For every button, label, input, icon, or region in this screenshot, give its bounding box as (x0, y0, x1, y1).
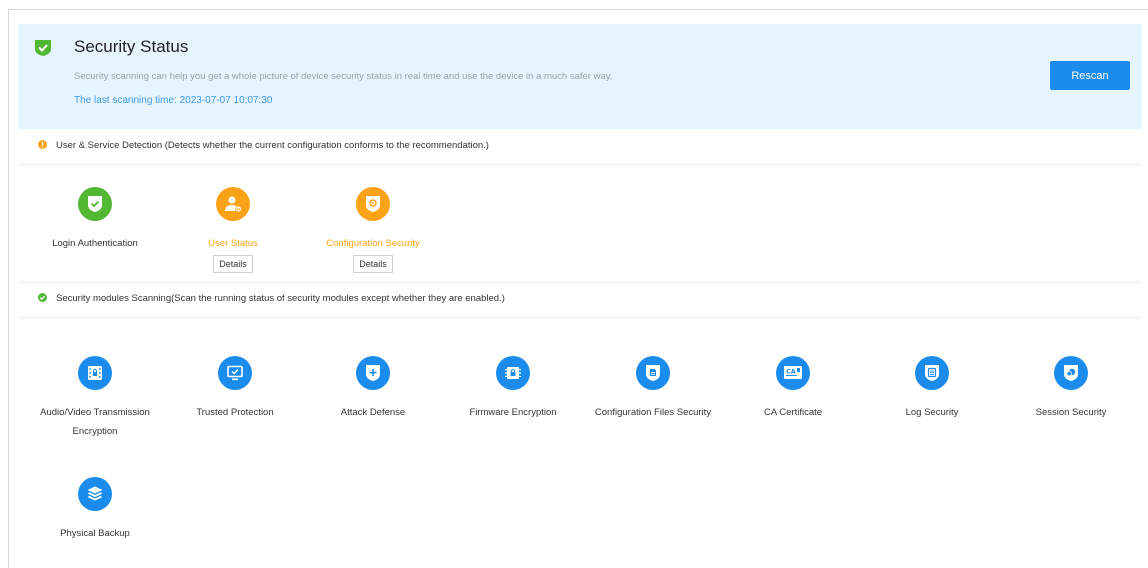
ca-certificate-item: CA CA Certificate (723, 356, 863, 422)
ca-certificate-label: CA Certificate (763, 407, 823, 418)
monitor-check-icon (218, 356, 252, 390)
user-status-label: User Status (208, 238, 258, 249)
trusted-protection-item: Trusted Protection (165, 356, 305, 422)
configuration-security-item: Configuration Security Details (303, 187, 443, 273)
log-security-item: Log Security (862, 356, 1002, 422)
user-status-item: User Status Details (163, 187, 303, 273)
warning-icon (38, 140, 47, 149)
shield-check-icon (35, 40, 51, 56)
user-service-heading: User & Service Detection (Detects whethe… (56, 140, 489, 151)
av-transmission-encryption-label: Audio/Video Transmission Encryption (40, 407, 150, 437)
last-scan-time: The last scanning time: 2023-07-07 10:07… (74, 95, 273, 106)
login-authentication-label: Login Authentication (52, 238, 138, 249)
user-status-details-button[interactable]: Details (213, 255, 253, 273)
session-security-item: Session Security (1001, 356, 1141, 422)
session-shield-icon (1054, 356, 1088, 390)
modules-section-header: Security modules Scanning(Scan the runni… (18, 283, 1142, 318)
user-icon (216, 187, 250, 221)
attack-defense-label: Attack Defense (340, 407, 406, 418)
rescan-button[interactable]: Rescan (1050, 61, 1130, 90)
physical-backup-item: Physical Backup (25, 477, 165, 543)
login-authentication-item: Login Authentication (25, 187, 165, 253)
av-lock-icon (78, 356, 112, 390)
status-description: Security scanning can help you get a who… (74, 71, 613, 82)
log-security-label: Log Security (905, 407, 959, 418)
shield-plus-icon (356, 356, 390, 390)
chip-lock-icon (496, 356, 530, 390)
check-circle-icon (38, 293, 47, 302)
configuration-security-label: Configuration Security (326, 238, 420, 249)
firmware-encryption-label: Firmware Encryption (469, 407, 557, 418)
av-transmission-encryption-item: Audio/Video Transmission Encryption (25, 356, 165, 441)
physical-backup-label: Physical Backup (60, 528, 130, 539)
file-shield-icon (636, 356, 670, 390)
config-shield-icon (356, 187, 390, 221)
modules-heading: Security modules Scanning(Scan the runni… (56, 293, 505, 304)
security-status-banner: Security Status Security scanning can he… (18, 24, 1142, 129)
configuration-files-security-item: Configuration Files Security (583, 356, 723, 422)
layers-icon (78, 477, 112, 511)
session-security-label: Session Security (1035, 407, 1107, 418)
configuration-files-security-label: Configuration Files Security (594, 407, 712, 418)
shield-check-icon (78, 187, 112, 221)
user-service-section-header: User & Service Detection (Detects whethe… (18, 130, 1142, 165)
trusted-protection-label: Trusted Protection (196, 407, 274, 418)
page-title: Security Status (74, 37, 189, 56)
log-shield-icon (915, 356, 949, 390)
configuration-security-details-button[interactable]: Details (353, 255, 393, 273)
certificate-icon: CA (776, 356, 810, 390)
firmware-encryption-item: Firmware Encryption (443, 356, 583, 422)
svg-text:CA: CA (786, 368, 796, 376)
attack-defense-item: Attack Defense (303, 356, 443, 422)
